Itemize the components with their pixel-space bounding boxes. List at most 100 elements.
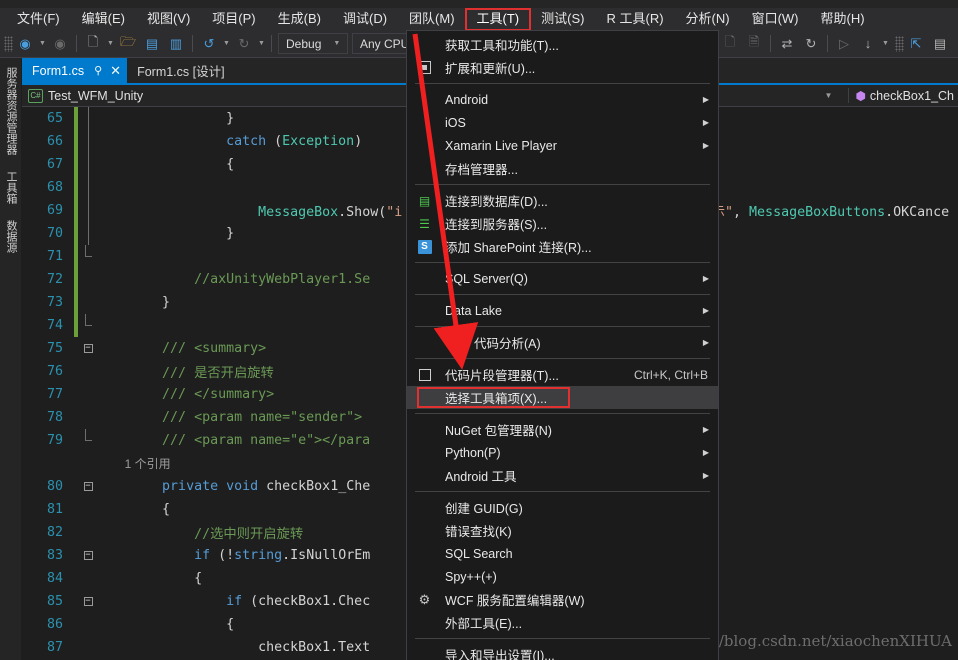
submenu-arrow-icon: ▶ [702, 448, 709, 457]
toolbar-separator [76, 35, 77, 52]
vdock-tab-1[interactable]: 工具箱 [0, 164, 22, 211]
menu-item-29[interactable]: ⚙ WCF 服务配置编辑器(W) [407, 588, 718, 611]
open-file-icon[interactable]: 🗁 [117, 33, 139, 55]
menu-item-30[interactable]: 外部工具(E)... [407, 611, 718, 634]
vdock-tab-0[interactable]: 服务器资源管理器 [0, 60, 22, 162]
menu-item-label: 获取工具和功能(T)... [445, 39, 559, 53]
new-item-icon[interactable]: 🗋 [82, 33, 104, 55]
redo-caret-icon[interactable]: ▼ [256, 33, 267, 55]
menu-item-label: WCF 服务配置编辑器(W) [445, 594, 585, 608]
menu-item-9[interactable]: ☰ 连接到服务器(S)... [407, 212, 718, 235]
menu-item-21[interactable]: NuGet 包管理器(N) ▶ [407, 418, 718, 441]
step-caret-icon[interactable]: ▼ [880, 33, 891, 55]
tools-menu-dropdown[interactable]: 获取工具和功能(T)... 扩展和更新(U)... Android ▶ iOS ▶ Xama… [406, 30, 719, 660]
forward-navigate-icon[interactable]: ◉ [49, 33, 71, 55]
line-number: 72 [46, 272, 63, 287]
menu-item-32[interactable]: 导入和导出设置(I)... [407, 643, 718, 660]
fold-margin[interactable] [78, 153, 98, 176]
menu-item-22[interactable]: Python(P) ▶ [407, 441, 718, 464]
new-item-caret-icon[interactable]: ▼ [105, 33, 116, 55]
menu-item-8[interactable]: ▤ 连接到数据库(D)... [407, 189, 718, 212]
solution-configuration-combo[interactable]: Debug ▼ [278, 33, 348, 54]
word-export-icon[interactable]: 🗎 [743, 33, 765, 55]
menu-item-4[interactable]: iOS ▶ [407, 111, 718, 134]
fold-margin[interactable] [78, 199, 98, 222]
tab-form1-cs[interactable]: Form1.cs ⚲ ✕ [22, 58, 128, 83]
menu-5[interactable]: 调试(D) [332, 9, 398, 30]
menu-item-23[interactable]: Android 工具 ▶ [407, 464, 718, 487]
menu-separator [415, 83, 710, 84]
indent-icon[interactable]: ▤ [929, 33, 951, 55]
menu-8[interactable]: 测试(S) [530, 9, 595, 30]
fold-margin[interactable] [78, 314, 98, 337]
save-icon[interactable]: ▤ [141, 33, 163, 55]
menu-item-label: SQL Server(Q) [445, 271, 528, 286]
menu-9[interactable]: R 工具(R) [595, 9, 674, 30]
menu-item-12[interactable]: SQL Server(Q) ▶ [407, 267, 718, 290]
menu-item-0[interactable]: 获取工具和功能(T)... [407, 33, 718, 56]
menu-item-16[interactable]: Web 代码分析(A) ▶ [407, 331, 718, 354]
fold-margin[interactable]: − [78, 551, 98, 560]
menu-item-25[interactable]: 创建 GUID(G) [407, 496, 718, 519]
fold-margin[interactable]: − [78, 344, 98, 353]
change-indicator [74, 567, 78, 590]
menu-item-10[interactable]: S 添加 SharePoint 连接(R)... [407, 235, 718, 258]
chevron-down-icon[interactable]: ▼ [825, 91, 833, 100]
menu-item-1[interactable]: 扩展和更新(U)... [407, 56, 718, 79]
menu-item-18[interactable]: 代码片段管理器(T)... Ctrl+K, Ctrl+B [407, 363, 718, 386]
fold-margin[interactable] [78, 107, 98, 130]
fold-margin[interactable] [78, 222, 98, 245]
namespace-dropdown-value[interactable]: Test_WFM_Unity [48, 89, 143, 103]
undo-icon[interactable]: ↺ [198, 33, 220, 55]
menu-item-14[interactable]: Data Lake ▶ [407, 299, 718, 322]
pdf-export-icon[interactable]: 🗋 [719, 33, 741, 55]
menu-item-6[interactable]: 存档管理器... [407, 157, 718, 180]
toolbar-separator [827, 35, 828, 52]
menu-item-27[interactable]: SQL Search [407, 542, 718, 565]
fold-margin[interactable] [78, 176, 98, 199]
fold-margin[interactable] [78, 245, 98, 268]
toolbar-grip[interactable] [895, 35, 904, 52]
step-into-icon[interactable]: ↓ [857, 33, 879, 55]
fold-margin[interactable]: − [78, 597, 98, 606]
save-all-icon[interactable]: ▥ [165, 33, 187, 55]
back-dropdown-caret-icon[interactable]: ▼ [37, 33, 48, 55]
menu-6[interactable]: 团队(M) [398, 9, 466, 30]
pointer-icon[interactable]: ⇱ [905, 33, 927, 55]
member-dropdown-value[interactable]: checkBox1_Ch [870, 89, 954, 103]
fold-margin[interactable] [78, 130, 98, 153]
toolbar-grip[interactable] [4, 35, 13, 52]
menu-item-label: 存档管理器... [445, 163, 518, 177]
tab-form1-cs-design[interactable]: Form1.cs [设计] [127, 58, 231, 83]
vdock-tab-2[interactable]: 数据源 [0, 213, 22, 260]
menu-item-19[interactable]: 选择工具箱项(X)... [407, 386, 718, 409]
fold-margin[interactable]: − [78, 482, 98, 491]
menu-3[interactable]: 项目(P) [201, 9, 266, 30]
menu-7[interactable]: 工具(T) [464, 7, 532, 31]
toolbar-separator [770, 35, 771, 52]
pin-icon[interactable]: ⚲ [94, 64, 102, 77]
menu-item-28[interactable]: Spy++(+) [407, 565, 718, 588]
refresh-icon[interactable]: ↻ [800, 33, 822, 55]
menu-10[interactable]: 分析(N) [675, 9, 741, 30]
back-navigate-icon[interactable]: ◉ [14, 33, 36, 55]
menu-item-label: SQL Search [445, 546, 513, 561]
start-debug-icon[interactable]: ▷ [833, 33, 855, 55]
menu-item-3[interactable]: Android ▶ [407, 88, 718, 111]
redo-icon[interactable]: ↻ [233, 33, 255, 55]
menu-0[interactable]: 文件(F) [6, 9, 71, 30]
close-icon[interactable]: ✕ [110, 63, 121, 79]
menu-11[interactable]: 窗口(W) [741, 9, 810, 30]
left-auto-hide-dock: 服务器资源管理器 工具箱 数据源 [0, 58, 22, 660]
menu-1[interactable]: 编辑(E) [71, 9, 136, 30]
menu-2[interactable]: 视图(V) [136, 9, 201, 30]
menu-4[interactable]: 生成(B) [267, 9, 332, 30]
menu-item-5[interactable]: Xamarin Live Player ▶ [407, 134, 718, 157]
fold-margin[interactable] [78, 429, 98, 452]
menu-item-26[interactable]: 错误查找(K) [407, 519, 718, 542]
undo-caret-icon[interactable]: ▼ [221, 33, 232, 55]
submenu-arrow-icon: ▶ [702, 425, 709, 434]
change-indicator [74, 291, 78, 314]
sync-icon[interactable]: ⇄ [776, 33, 798, 55]
menu-12[interactable]: 帮助(H) [810, 9, 876, 30]
